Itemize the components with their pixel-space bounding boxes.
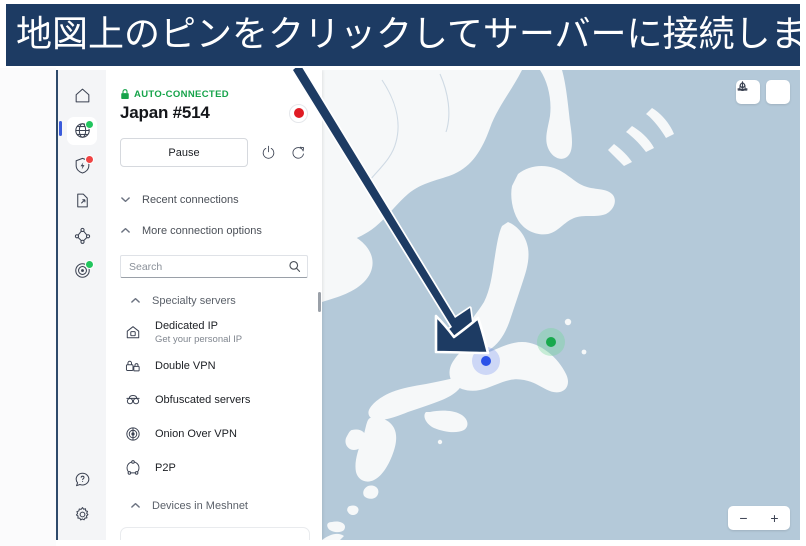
sidebar-item-home[interactable] [58,78,106,113]
instruction-banner-text: 地図上のピンをクリックしてサーバーに接続します [16,14,806,55]
list-item-onion-over-vpn[interactable]: Onion Over VPN [120,417,308,451]
specialty-servers-accordion[interactable]: Specialty servers [120,286,308,315]
bell-icon[interactable] [738,80,790,104]
search-input[interactable] [120,255,308,278]
list-item-obfuscated-servers[interactable]: Obfuscated servers [120,383,308,417]
search-field-wrapper [120,255,308,278]
pin-core [481,356,491,366]
partial-list-card [120,527,310,540]
meshnet-icon [73,226,92,245]
sidebar-item-threat-protection[interactable] [58,148,106,183]
list-item-title: P2P [155,462,176,474]
zoom-out-button[interactable]: − [728,506,759,530]
power-icon[interactable] [258,143,278,163]
dedicated-ip-icon [123,322,143,342]
panel-scrollbar[interactable] [318,292,321,312]
help-icon [73,470,92,489]
pin-core [546,337,556,347]
p2p-icon [123,458,143,478]
map-pin-available[interactable] [472,347,500,375]
vpn-status-badge [85,119,94,129]
server-title-row: Japan #514 [120,103,308,123]
monitor-status-badge [85,259,94,269]
map-zoom-controls: − + [728,506,790,530]
map-toolbar [736,80,790,104]
sidebar-item-dark-web-monitor[interactable] [58,253,106,288]
more-connection-options-label: More connection options [142,224,262,237]
gear-icon [73,505,92,524]
list-item-title: Dedicated IP [155,319,218,332]
threat-alert-badge [85,154,94,164]
recent-connections-accordion[interactable]: Recent connections [120,184,308,215]
japan-flag-icon [289,103,308,123]
status-badge: AUTO-CONNECTED [134,88,229,100]
rail-top-group [58,78,106,288]
map-pin-connected[interactable] [537,328,565,356]
pause-button[interactable]: Pause [120,138,248,167]
obfuscated-icon [123,390,143,410]
instruction-banner: 地図上のピンをクリックしてサーバーに接続します [4,2,806,68]
double-vpn-icon [123,356,143,376]
lock-icon [120,88,130,100]
page-background-left-margin [0,68,56,546]
chevron-up-icon [120,225,131,236]
sidebar-item-vpn[interactable] [58,113,106,148]
sidebar-item-meshnet[interactable] [58,218,106,253]
list-item-title: Onion Over VPN [155,428,237,440]
list-item-title: Obfuscated servers [155,394,251,406]
rail-bottom-group [58,462,106,532]
list-item-dedicated-ip[interactable]: Dedicated IP Get your personal IP [120,315,308,349]
connection-actions: Pause [120,138,308,167]
chevron-down-icon [120,194,131,205]
meshnet-devices-label: Devices in Meshnet [152,499,248,512]
search-icon[interactable] [288,260,301,273]
sidebar-item-help[interactable] [58,462,106,497]
list-item-double-vpn[interactable]: Double VPN [120,349,308,383]
specialty-servers-label: Specialty servers [152,294,236,307]
meshnet-devices-accordion[interactable]: Devices in Meshnet [120,491,308,520]
world-map[interactable]: − + [322,70,800,540]
map-landmass [322,70,674,540]
sidebar-icon-rail [58,70,106,540]
connection-panel: AUTO-CONNECTED Japan #514 Pause Recent c… [106,70,322,540]
screenshot-root: AUTO-CONNECTED Japan #514 Pause Recent c… [0,0,806,546]
list-item-title: Double VPN [155,360,216,372]
vpn-app-window: AUTO-CONNECTED Japan #514 Pause Recent c… [56,70,800,540]
more-connection-options-accordion[interactable]: More connection options [120,215,308,246]
onion-icon [123,424,143,444]
home-icon [73,86,92,105]
zoom-in-button[interactable]: + [759,506,790,530]
connection-status: AUTO-CONNECTED [120,88,308,100]
sidebar-item-settings[interactable] [58,497,106,532]
chevron-up-icon [130,500,141,511]
chevron-up-icon [130,295,141,306]
page-title: Japan #514 [120,103,210,122]
refresh-icon[interactable] [288,143,308,163]
list-item-p2p[interactable]: P2P [120,451,308,485]
file-share-icon [73,191,92,210]
sidebar-item-file-share[interactable] [58,183,106,218]
list-item-subtitle: Get your personal IP [155,333,243,345]
recent-connections-label: Recent connections [142,193,239,206]
